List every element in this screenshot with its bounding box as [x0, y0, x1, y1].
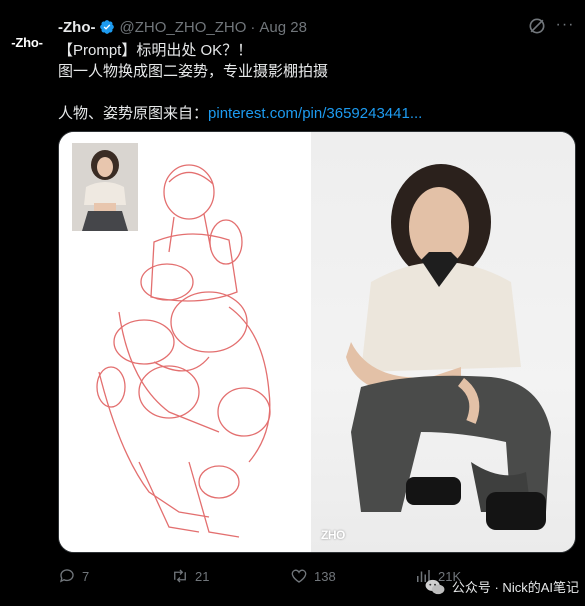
pinterest-link[interactable]: pinterest.com/pin/3659243441...	[208, 105, 422, 122]
display-name[interactable]: -Zho-	[58, 19, 95, 36]
wechat-icon	[425, 579, 445, 594]
verified-badge-icon	[100, 20, 115, 34]
post-header: -Zho- @ZHO_ZHO_ZHO · Aug 28	[58, 16, 573, 38]
post-text-line: 人物、姿势原图来自：pinterest.com/pin/3659243441..…	[58, 103, 565, 124]
source-prefix: 人物、姿势原图来自：	[58, 105, 209, 122]
author-handle[interactable]: @ZHO_ZHO_ZHO	[119, 19, 246, 36]
pose-sketch	[96, 164, 271, 538]
reply-icon	[59, 569, 74, 583]
wechat-watermark: 公众号 · Nick的AI笔记	[424, 577, 579, 596]
pose-sketch-panel	[59, 132, 311, 552]
post-date[interactable]: Aug 28	[259, 19, 307, 36]
post-text-line: 图一人物换成图二姿势，专业摄影棚拍摄	[58, 63, 329, 80]
watermark-logo: ZHO	[321, 528, 345, 542]
post-text-line: 【Prompt】标明出处 OK？！	[58, 42, 253, 59]
avatar[interactable]: -Zho-	[5, 20, 49, 64]
repost-icon	[174, 569, 186, 583]
post-media[interactable]: ZHO	[58, 131, 576, 553]
separator-dot: ·	[250, 18, 256, 36]
reply-button[interactable]: 7	[58, 567, 89, 585]
like-count: 138	[314, 568, 336, 584]
avatar-column: -Zho-	[0, 0, 58, 606]
heart-icon	[291, 569, 307, 583]
like-button[interactable]: 138	[290, 567, 336, 585]
repost-button[interactable]: 21	[171, 567, 209, 585]
line-spacer	[58, 82, 565, 103]
grok-icon[interactable]	[527, 16, 547, 36]
reply-count: 7	[82, 568, 90, 584]
result-photo-panel: ZHO	[311, 132, 575, 552]
more-options-icon[interactable]: ···	[555, 16, 575, 36]
result-photo	[346, 164, 551, 530]
post-text: 【Prompt】标明出处 OK？！ 图一人物换成图二姿势，专业摄影棚拍摄 人物、…	[58, 40, 565, 124]
repost-count: 21	[195, 568, 210, 584]
wechat-label: 公众号 · Nick的AI笔记	[451, 580, 579, 595]
